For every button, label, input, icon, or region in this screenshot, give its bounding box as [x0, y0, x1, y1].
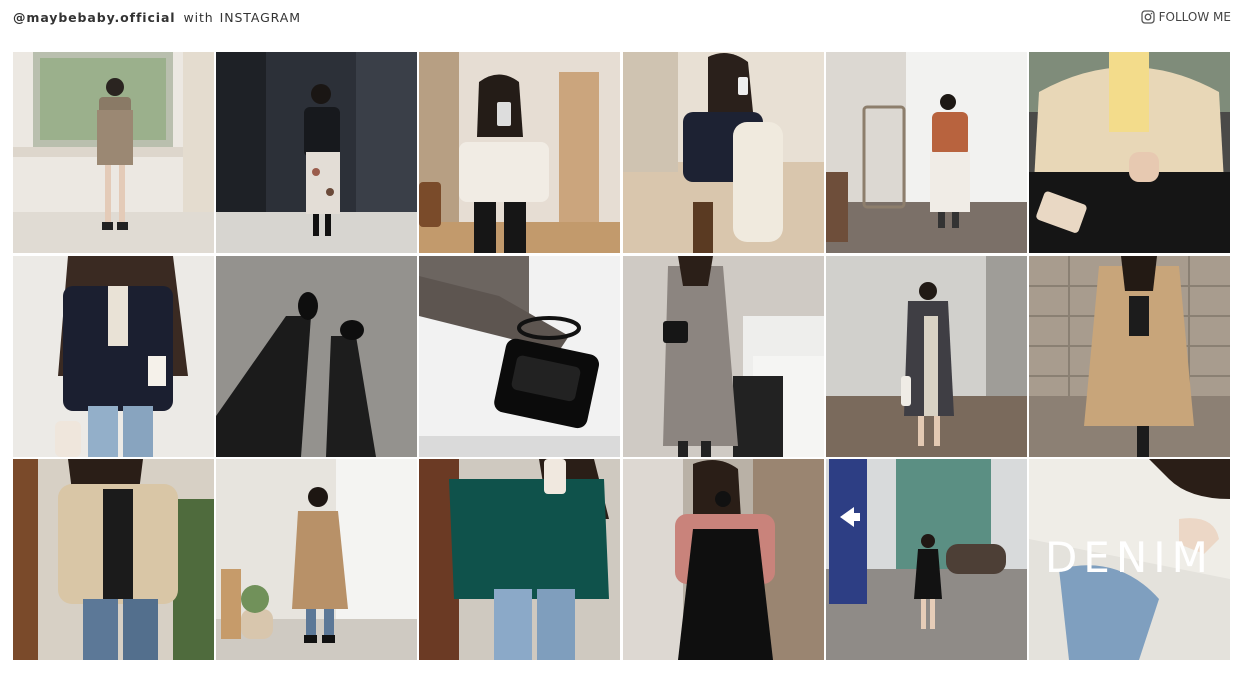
- post-black-bag-table[interactable]: [419, 255, 621, 457]
- post-orange-jacket-mirror[interactable]: [825, 52, 1027, 253]
- post-photo: [622, 52, 824, 253]
- post-photo: [216, 255, 418, 457]
- with-text: with: [183, 9, 214, 25]
- instagram-icon: [1140, 10, 1155, 24]
- platform-label: INSTAGRAM: [219, 9, 301, 25]
- follow-me-button[interactable]: FOLLOW ME: [1140, 8, 1231, 26]
- post-pink-blouse-black-dress[interactable]: [622, 459, 824, 660]
- post-photo: [419, 52, 621, 253]
- post-photo: [13, 459, 214, 660]
- post-photo: [622, 459, 824, 660]
- post-gray-trench-street[interactable]: [825, 255, 1027, 457]
- post-photo: [622, 255, 824, 457]
- post-photo: [825, 459, 1027, 660]
- instagram-header: @maybebaby.official with INSTAGRAM: [13, 8, 301, 26]
- post-white-blouse-mirror-selfie[interactable]: [419, 52, 621, 253]
- post-navy-sweater-sitting[interactable]: [622, 52, 824, 253]
- post-plaid-dress-window[interactable]: [13, 52, 214, 253]
- post-shearling-jacket[interactable]: [13, 459, 214, 660]
- post-plaid-coat-gallery[interactable]: [622, 255, 824, 457]
- post-green-cable-knit[interactable]: [419, 459, 621, 660]
- post-photo: [216, 459, 418, 660]
- post-black-sweater-floral-skirt[interactable]: [216, 52, 418, 253]
- denim-overlay-text: DENIM: [1044, 533, 1214, 582]
- post-photo: [825, 255, 1027, 457]
- instagram-feed-grid: DENIM: [13, 52, 1230, 660]
- post-photo: [1028, 255, 1230, 457]
- post-black-dress-street-sign[interactable]: [825, 459, 1027, 660]
- post-denim-banner[interactable]: DENIM: [1028, 459, 1230, 660]
- post-photo: [419, 255, 621, 457]
- follow-me-label: FOLLOW ME: [1158, 10, 1231, 24]
- account-handle-link[interactable]: @maybebaby.official: [13, 10, 176, 25]
- post-photo: [216, 52, 418, 253]
- post-camel-coat-studio[interactable]: [216, 459, 418, 660]
- post-photo: [825, 52, 1027, 253]
- post-yellow-coat-phone[interactable]: [1028, 52, 1230, 253]
- post-photo: [13, 52, 214, 253]
- post-black-pants-flats[interactable]: [216, 255, 418, 457]
- post-photo: [419, 459, 621, 660]
- post-photo: [1028, 52, 1230, 253]
- post-beige-trench-stone-wall[interactable]: [1028, 255, 1230, 457]
- post-photo: [13, 255, 214, 457]
- post-black-jacket-jeans[interactable]: [13, 255, 214, 457]
